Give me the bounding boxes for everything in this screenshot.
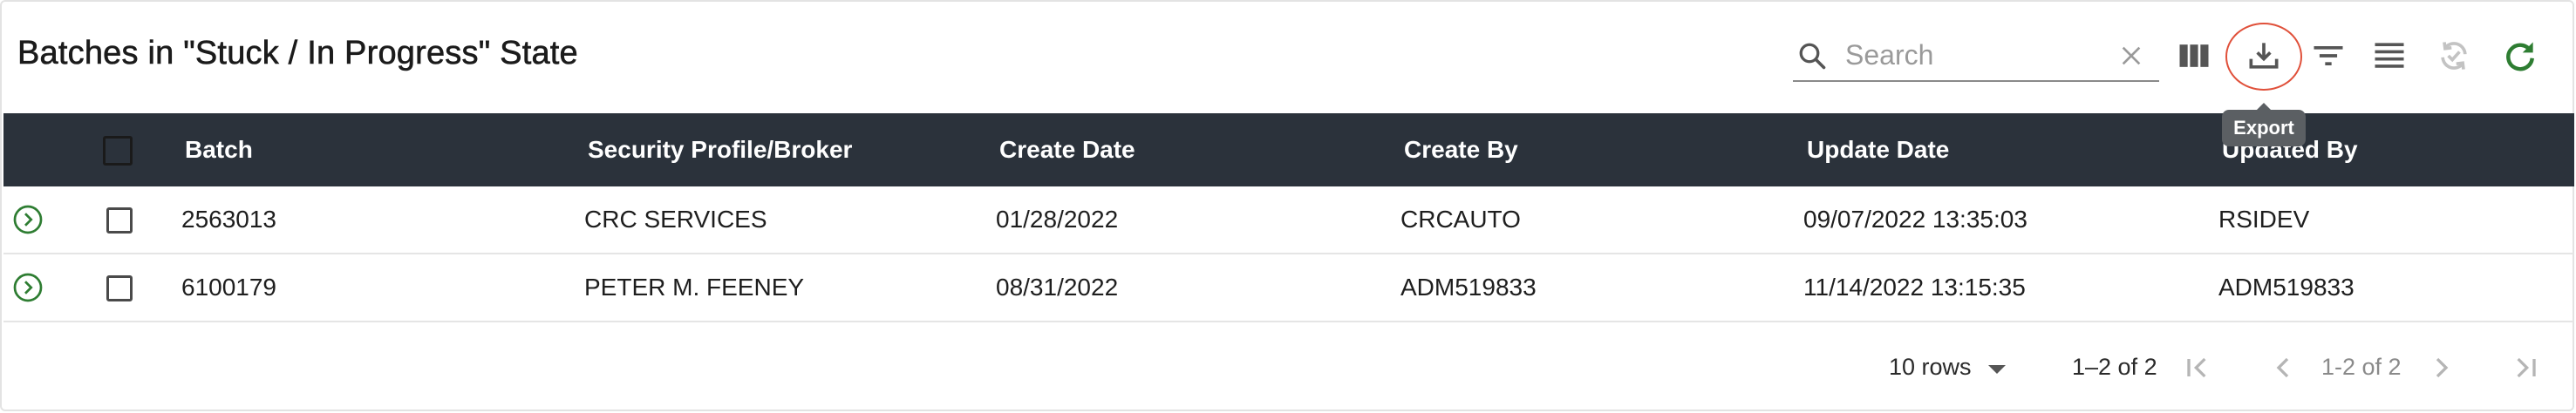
row-checkbox[interactable]: [106, 275, 133, 301]
filter-button[interactable]: [2300, 28, 2356, 84]
column-header-update-date[interactable]: Update Date: [1807, 113, 1949, 186]
column-header-security-profile[interactable]: Security Profile/Broker: [588, 113, 852, 186]
cell-create-date: 01/28/2022: [996, 206, 1119, 233]
filter-icon: [2314, 46, 2343, 65]
table-row[interactable]: 6100179 PETER M. FEENEY 08/31/2022 ADM51…: [3, 254, 2574, 322]
columns-button[interactable]: [2166, 28, 2222, 84]
sync-check-icon: [2441, 42, 2467, 70]
export-button[interactable]: [2236, 28, 2292, 84]
pagination-range: 1–2 of 2: [2072, 354, 2157, 380]
columns-icon: [2179, 44, 2209, 67]
cell-updated-by: ADM519833: [2218, 274, 2355, 301]
clear-icon[interactable]: [2117, 42, 2145, 70]
cell-security-profile: CRC SERVICES: [584, 206, 767, 233]
page-indicator: 1-2 of 2: [2321, 354, 2402, 380]
sync-button[interactable]: [2426, 28, 2482, 84]
batches-card: Batches in "Stuck / In Progress" State S…: [0, 0, 2574, 411]
expand-row-icon[interactable]: [12, 204, 44, 235]
search-box[interactable]: [1793, 31, 2159, 82]
search-icon: [1799, 43, 1826, 70]
refresh-icon: [2506, 42, 2534, 71]
last-page-icon[interactable]: [2508, 350, 2543, 385]
search-input[interactable]: [1843, 37, 2109, 73]
density-icon: [2375, 43, 2404, 68]
toolbar: Batches in "Stuck / In Progress" State S…: [2, 2, 2573, 146]
rows-per-page-select[interactable]: 10 rows: [1889, 354, 1972, 381]
density-button[interactable]: [2361, 28, 2417, 84]
column-header-create-by[interactable]: Create By: [1404, 113, 1518, 186]
chevron-down-icon[interactable]: [1980, 352, 2014, 387]
refresh-button[interactable]: [2492, 28, 2548, 84]
cell-batch: 2563013: [181, 206, 277, 233]
column-header-create-date[interactable]: Create Date: [999, 113, 1135, 186]
cell-update-date: 11/14/2022 13:15:35: [1803, 274, 2026, 301]
table-row[interactable]: 2563013 CRC SERVICES 01/28/2022 CRCAUTO …: [3, 186, 2574, 254]
cell-update-date: 09/07/2022 13:35:03: [1803, 206, 2027, 233]
export-tooltip: Export: [2222, 103, 2306, 146]
row-checkbox[interactable]: [106, 207, 133, 234]
previous-page-icon[interactable]: [2266, 350, 2300, 385]
expand-row-icon[interactable]: [12, 272, 44, 303]
page-title: Batches in "Stuck / In Progress" State: [17, 35, 578, 72]
cell-batch: 6100179: [181, 274, 277, 301]
select-all-checkbox[interactable]: [103, 136, 133, 166]
cell-create-by: ADM519833: [1400, 274, 1537, 301]
first-page-icon[interactable]: [2180, 350, 2215, 385]
cell-updated-by: RSIDEV: [2218, 206, 2310, 233]
table-header: Batch Security Profile/Broker Create Dat…: [3, 113, 2574, 186]
cell-create-date: 08/31/2022: [996, 274, 1119, 301]
column-header-batch[interactable]: Batch: [185, 113, 253, 186]
cell-security-profile: PETER M. FEENEY: [584, 274, 805, 301]
pagination-bar: 10 rows 1–2 of 2 1-2 of 2: [2, 333, 2573, 403]
cell-create-by: CRCAUTO: [1400, 206, 1521, 233]
next-page-icon[interactable]: [2424, 350, 2459, 385]
download-icon: [2249, 43, 2279, 69]
